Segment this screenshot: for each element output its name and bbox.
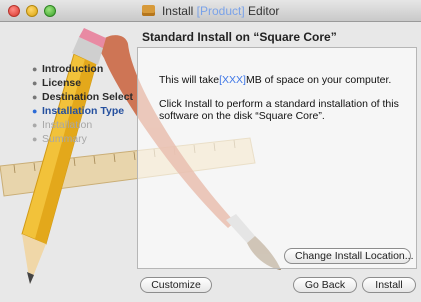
window-title-prefix: Install: [161, 4, 194, 18]
step-label: Installation: [42, 119, 93, 131]
install-button[interactable]: Install: [362, 277, 416, 293]
step-label: License: [42, 77, 82, 89]
step-label: Installation Type: [42, 105, 125, 117]
disk-space-text: This will take[XXX]MB of space on your c…: [159, 74, 391, 86]
window-title-product: [Product]: [196, 4, 245, 18]
customize-button[interactable]: Customize: [140, 277, 212, 293]
step-done-bullet-icon: ●: [32, 92, 38, 102]
go-back-button[interactable]: Go Back: [293, 277, 357, 293]
step-license: ● License: [32, 76, 133, 90]
window-title-suffix: Editor: [248, 4, 280, 18]
step-current-bullet-icon: ●: [32, 106, 38, 116]
installer-steps: ● Introduction ● License ● Destination Sele…: [32, 62, 133, 146]
step-pending-bullet-icon: ●: [32, 134, 38, 144]
step-destination-select: ● Destination Select: [32, 90, 133, 104]
step-label: Summary: [42, 133, 87, 145]
step-summary: ● Summary: [32, 132, 133, 146]
window-title: Install [Product] Editor: [0, 4, 421, 18]
step-installation: ● Installation: [32, 118, 133, 132]
page-title: Standard Install on “Square Core”: [142, 30, 337, 44]
step-done-bullet-icon: ●: [32, 78, 38, 88]
step-done-bullet-icon: ●: [32, 64, 38, 74]
install-instructions: Click Install to perform a standard inst…: [159, 98, 399, 122]
change-install-location-button[interactable]: Change Install Location...: [284, 248, 414, 264]
step-label: Introduction: [42, 63, 104, 75]
content-pane: This will take[XXX]MB of space on your c…: [137, 47, 417, 269]
step-label: Destination Select: [42, 91, 134, 103]
space-suffix: MB of space on your computer.: [245, 74, 392, 86]
step-installation-type: ● Installation Type: [32, 104, 133, 118]
step-introduction: ● Introduction: [32, 62, 133, 76]
space-prefix: This will take: [159, 74, 220, 86]
step-pending-bullet-icon: ●: [32, 120, 38, 130]
installer-window: Install [Product] Editor Standard Instal…: [0, 0, 421, 302]
space-value: [XXX]: [219, 74, 246, 86]
title-bar: Install [Product] Editor: [0, 0, 421, 22]
package-icon: [141, 5, 155, 16]
